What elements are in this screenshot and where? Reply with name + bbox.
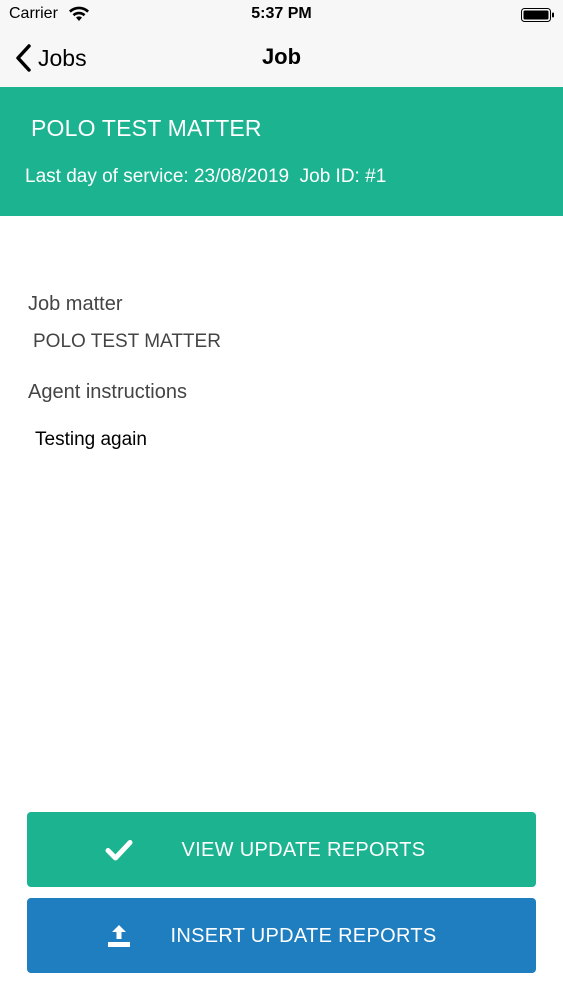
agent-instructions-value: Testing again [35, 429, 147, 450]
navigation-bar: Jobs Job [0, 30, 563, 87]
view-update-reports-label: VIEW UPDATE REPORTS [181, 839, 426, 861]
job-matter-label: Job matter [28, 293, 123, 315]
job-meta: Last day of service: 23/08/2019 Job ID: … [25, 166, 386, 188]
last-day-value: 23/08/2019 [193, 166, 290, 187]
job-id-value: #1 [365, 166, 387, 187]
insert-update-reports-label: INSERT UPDATE REPORTS [170, 925, 437, 947]
job-matter-value: POLO TEST MATTER [33, 331, 221, 352]
status-time: 5:37 PM [251, 5, 312, 22]
job-header: POLO TEST MATTER Last day of service: 23… [0, 87, 563, 216]
job-title: POLO TEST MATTER [31, 115, 262, 141]
job-id-label: Job ID: [299, 166, 360, 187]
view-update-reports-button[interactable]: VIEW UPDATE REPORTS [27, 812, 536, 887]
status-bar: Carrier 5:37 PM [0, 0, 563, 30]
insert-update-reports-button[interactable]: INSERT UPDATE REPORTS [27, 898, 536, 973]
page-title: Job [261, 44, 302, 69]
agent-instructions-label: Agent instructions [28, 381, 187, 403]
battery-icon [521, 8, 554, 22]
last-day-label: Last day of service: [25, 166, 189, 187]
